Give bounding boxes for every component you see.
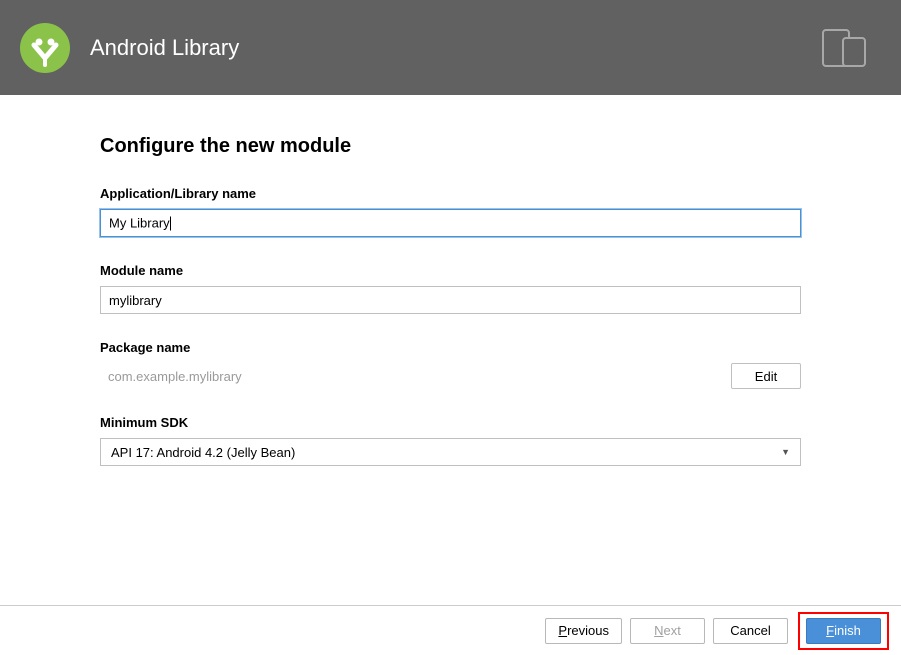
android-studio-logo-icon <box>20 23 70 73</box>
finish-label-rest: inish <box>834 623 861 638</box>
chevron-down-icon: ▼ <box>781 447 790 457</box>
module-name-input[interactable] <box>100 286 801 314</box>
previous-label-rest: revious <box>567 623 609 638</box>
package-name-field-group: Package name com.example.mylibrary Edit <box>100 340 801 389</box>
library-name-field-group: Application/Library name My Library <box>100 186 801 237</box>
min-sdk-value: API 17: Android 4.2 (Jelly Bean) <box>111 445 295 460</box>
wizard-header: Android Library <box>0 0 901 95</box>
module-name-field-group: Module name <box>100 263 801 314</box>
package-name-label: Package name <box>100 340 801 355</box>
header-title: Android Library <box>90 35 239 61</box>
min-sdk-field-group: Minimum SDK API 17: Android 4.2 (Jelly B… <box>100 415 801 466</box>
min-sdk-label: Minimum SDK <box>100 415 801 430</box>
devices-icon <box>821 28 869 68</box>
library-name-label: Application/Library name <box>100 186 801 201</box>
finish-button[interactable]: Finish <box>806 618 881 644</box>
module-name-label: Module name <box>100 263 801 278</box>
section-title: Configure the new module <box>100 135 801 158</box>
wizard-content: Configure the new module Application/Lib… <box>0 95 901 466</box>
wizard-footer: Previous Next Cancel Finish <box>0 605 901 655</box>
next-label-rest: ext <box>664 623 681 638</box>
finish-highlight-box: Finish <box>798 612 889 650</box>
package-row: com.example.mylibrary Edit <box>100 363 801 389</box>
min-sdk-dropdown[interactable]: API 17: Android 4.2 (Jelly Bean) ▼ <box>100 438 801 466</box>
edit-package-button[interactable]: Edit <box>731 363 801 389</box>
next-button: Next <box>630 618 705 644</box>
cancel-button[interactable]: Cancel <box>713 618 788 644</box>
header-left: Android Library <box>20 23 239 73</box>
library-name-input[interactable] <box>100 209 801 237</box>
previous-button[interactable]: Previous <box>545 618 622 644</box>
library-name-input-wrap: My Library <box>100 209 801 237</box>
package-name-value: com.example.mylibrary <box>100 365 721 388</box>
